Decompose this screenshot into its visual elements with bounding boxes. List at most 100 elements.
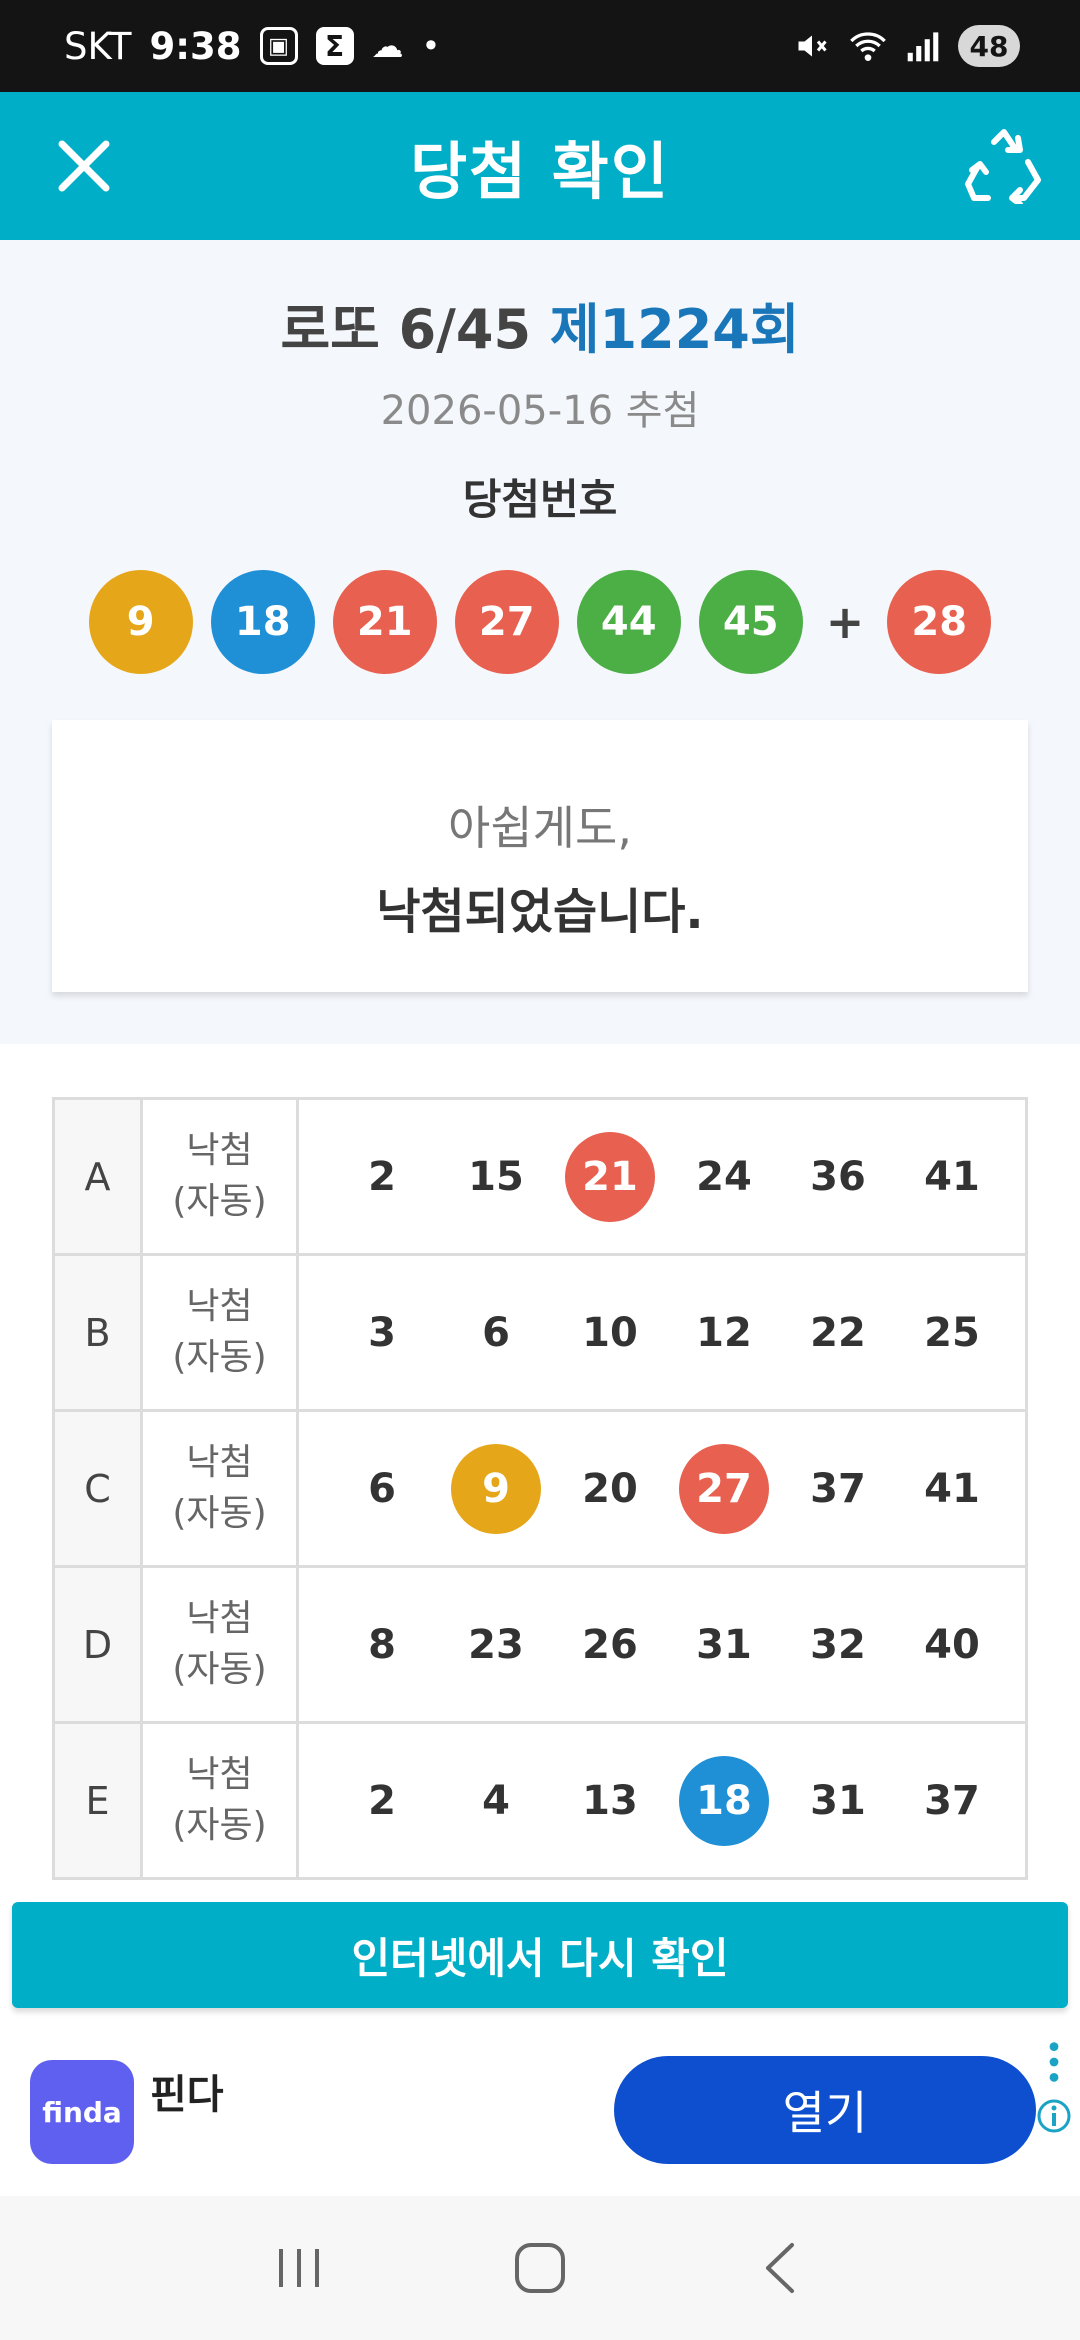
result-card: 아쉽게도, 낙첨되었습니다. <box>52 720 1028 992</box>
ticket-number: 37 <box>810 1465 866 1512</box>
ticket-status: 낙첨 (자동) <box>140 1409 299 1568</box>
more-vertical-icon[interactable] <box>1042 2040 1066 2084</box>
bonus-number-ball: 28 <box>887 570 992 674</box>
draw-date: 2026-05-16 추첨 <box>380 388 700 434</box>
carrier-label: SKT <box>64 24 132 68</box>
table-row: C 낙첨 (자동) 6 9 20 27 37 41 <box>52 1409 1028 1568</box>
ticket-numbers: 6 9 20 27 37 41 <box>296 1409 1028 1568</box>
ticket-number: 2 <box>368 1153 396 1200</box>
ticket-number: 15 <box>468 1153 524 1200</box>
info-icon[interactable] <box>1036 2098 1072 2134</box>
back-icon <box>766 2243 794 2293</box>
draw-summary: 로또 6/45 제1224회 2026-05-16 추첨 당첨번호 9 18 21 2… <box>0 240 1080 1044</box>
winning-number-ball: 18 <box>210 570 315 674</box>
ticket-status: 낙첨 (자동) <box>140 1721 299 1880</box>
ticket-number: 41 <box>924 1465 980 1512</box>
ticket-number-matched: 27 <box>679 1443 769 1534</box>
ticket-numbers: 8 23 26 31 32 40 <box>296 1565 1028 1724</box>
status-bar: SKT 9:38 ▣ Σ ☁ • 48 <box>0 0 1080 92</box>
ticket-letter: A <box>52 1097 143 1256</box>
winning-numbers-label: 당첨번호 <box>462 475 618 524</box>
draw-title: 로또 6/45 제1224회 <box>0 285 1080 364</box>
table-row: E 낙첨 (자동) 2 4 13 18 31 37 <box>52 1721 1028 1880</box>
sigma-icon: Σ <box>315 27 354 65</box>
ticket-status-mode: (자동) <box>172 1804 267 1846</box>
close-icon <box>58 140 110 192</box>
back-button[interactable] <box>740 2228 820 2308</box>
ticket-number: 12 <box>696 1309 752 1356</box>
ticket-number: 31 <box>696 1621 752 1668</box>
ticket-number: 40 <box>924 1621 980 1668</box>
ticket-number: 25 <box>924 1309 980 1356</box>
table-row: A 낙첨 (자동) 2 15 21 24 36 41 <box>52 1097 1028 1256</box>
table-row: D 낙첨 (자동) 8 23 26 31 32 40 <box>52 1565 1028 1724</box>
clock: 9:38 <box>149 24 242 68</box>
ticket-status: 낙첨 (자동) <box>140 1253 299 1412</box>
ticket-status-mode: (자동) <box>172 1492 267 1534</box>
system-nav-bar <box>0 2196 1080 2340</box>
ticket-numbers: 3 6 10 12 22 25 <box>296 1253 1028 1412</box>
page-title: 당첨 확인 <box>410 135 670 208</box>
ticket-status-mode: (자동) <box>172 1180 267 1222</box>
ticket-letter: D <box>52 1565 143 1724</box>
signal-icon <box>907 32 939 62</box>
ticket-number: 6 <box>368 1465 396 1512</box>
winning-number-ball: 9 <box>88 570 193 674</box>
ticket-letter: C <box>52 1409 143 1568</box>
ticket-number: 41 <box>924 1153 980 1200</box>
ticket-status: 낙첨 (자동) <box>140 1565 299 1724</box>
ticket-number: 20 <box>582 1465 638 1512</box>
ad-banner[interactable]: finda 핀다 열기 <box>0 2020 1080 2196</box>
table-row: B 낙첨 (자동) 3 6 10 12 22 25 <box>52 1253 1028 1412</box>
home-icon <box>515 2243 565 2293</box>
winning-number-ball: 44 <box>576 570 681 674</box>
ticket-number: 10 <box>582 1309 638 1356</box>
recents-button[interactable] <box>260 2228 340 2308</box>
ticket-number: 31 <box>810 1777 866 1824</box>
ticket-numbers: 2 15 21 24 36 41 <box>296 1097 1028 1256</box>
winning-numbers: 9 18 21 27 44 45 +28 <box>0 570 1080 674</box>
winning-number-ball: 21 <box>332 570 437 674</box>
recents-icon <box>279 2249 319 2287</box>
screenshot-icon: ▣ <box>259 27 298 65</box>
bonus-plus-sign: + <box>825 595 865 649</box>
ticket-status-result: 낙첨 <box>186 1598 253 1640</box>
result-message-line2: 낙첨되었습니다. <box>376 884 704 940</box>
ad-logo[interactable]: finda <box>30 2060 134 2164</box>
winning-number-ball: 27 <box>454 570 559 674</box>
draw-round: 제1224회 <box>549 298 800 361</box>
ad-app-name: 핀다 <box>150 2072 224 2118</box>
cloud-icon: ☁ <box>371 27 404 65</box>
ticket-number: 3 <box>368 1309 396 1356</box>
ticket-number-matched: 18 <box>679 1755 769 1846</box>
ticket-number: 13 <box>582 1777 638 1824</box>
dot-icon: • <box>421 27 441 65</box>
ticket-number: 22 <box>810 1309 866 1356</box>
ticket-number-matched: 21 <box>565 1131 655 1222</box>
ticket-letter: E <box>52 1721 143 1880</box>
ticket-number: 6 <box>482 1309 510 1356</box>
winning-number-ball: 45 <box>698 570 803 674</box>
ticket-status-result: 낙첨 <box>186 1130 253 1172</box>
app-header: 당첨 확인 <box>0 92 1080 240</box>
ticket-number: 2 <box>368 1777 396 1824</box>
home-button[interactable] <box>500 2228 580 2308</box>
ticket-number: 8 <box>368 1621 396 1668</box>
ticket-letter: B <box>52 1253 143 1412</box>
ticket-number: 24 <box>696 1153 752 1200</box>
ticket-status-mode: (자동) <box>172 1336 267 1378</box>
ticket-number: 23 <box>468 1621 524 1668</box>
recheck-online-button[interactable]: 인터넷에서 다시 확인 <box>12 1902 1068 2008</box>
wifi-icon <box>850 32 886 61</box>
ticket-status-mode: (자동) <box>172 1648 267 1690</box>
ticket-status-result: 낙첨 <box>186 1754 253 1796</box>
mute-icon <box>798 35 827 57</box>
recycle-button[interactable] <box>952 114 1056 218</box>
ticket-status-result: 낙첨 <box>186 1286 253 1328</box>
close-button[interactable] <box>36 118 132 214</box>
ticket-number-matched: 9 <box>451 1443 541 1534</box>
ticket-number: 4 <box>482 1777 510 1824</box>
ad-open-button[interactable]: 열기 <box>614 2056 1036 2164</box>
ticket-number: 32 <box>810 1621 866 1668</box>
ticket-number: 26 <box>582 1621 638 1668</box>
